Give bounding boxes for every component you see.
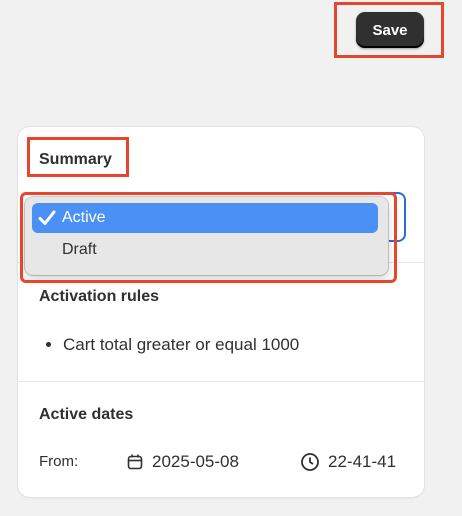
rule-list: Cart total greater or equal 1000 [39,335,299,355]
activation-rules-title: Activation rules [39,288,160,305]
summary-card: Summary Activation rules Cart total grea… [18,127,424,497]
start-date-field[interactable]: 2025-05-08 [126,452,239,472]
start-time-value: 22-41-41 [328,452,397,471]
clock-icon [300,452,320,472]
save-annotation-box [334,2,444,58]
active-dates-title: Active dates [39,406,134,423]
divider [18,381,424,382]
dropdown-annotation-box [20,192,397,283]
start-time-field[interactable]: 22-41-41 [300,452,396,472]
rule-item: Cart total greater or equal 1000 [63,335,299,355]
page: Save Summary Activation rules Cart total… [0,0,462,516]
summary-annotation-box [27,137,129,177]
from-label: From: [39,453,79,470]
calendar-icon [126,453,144,471]
start-date-value: 2025-05-08 [152,452,239,471]
